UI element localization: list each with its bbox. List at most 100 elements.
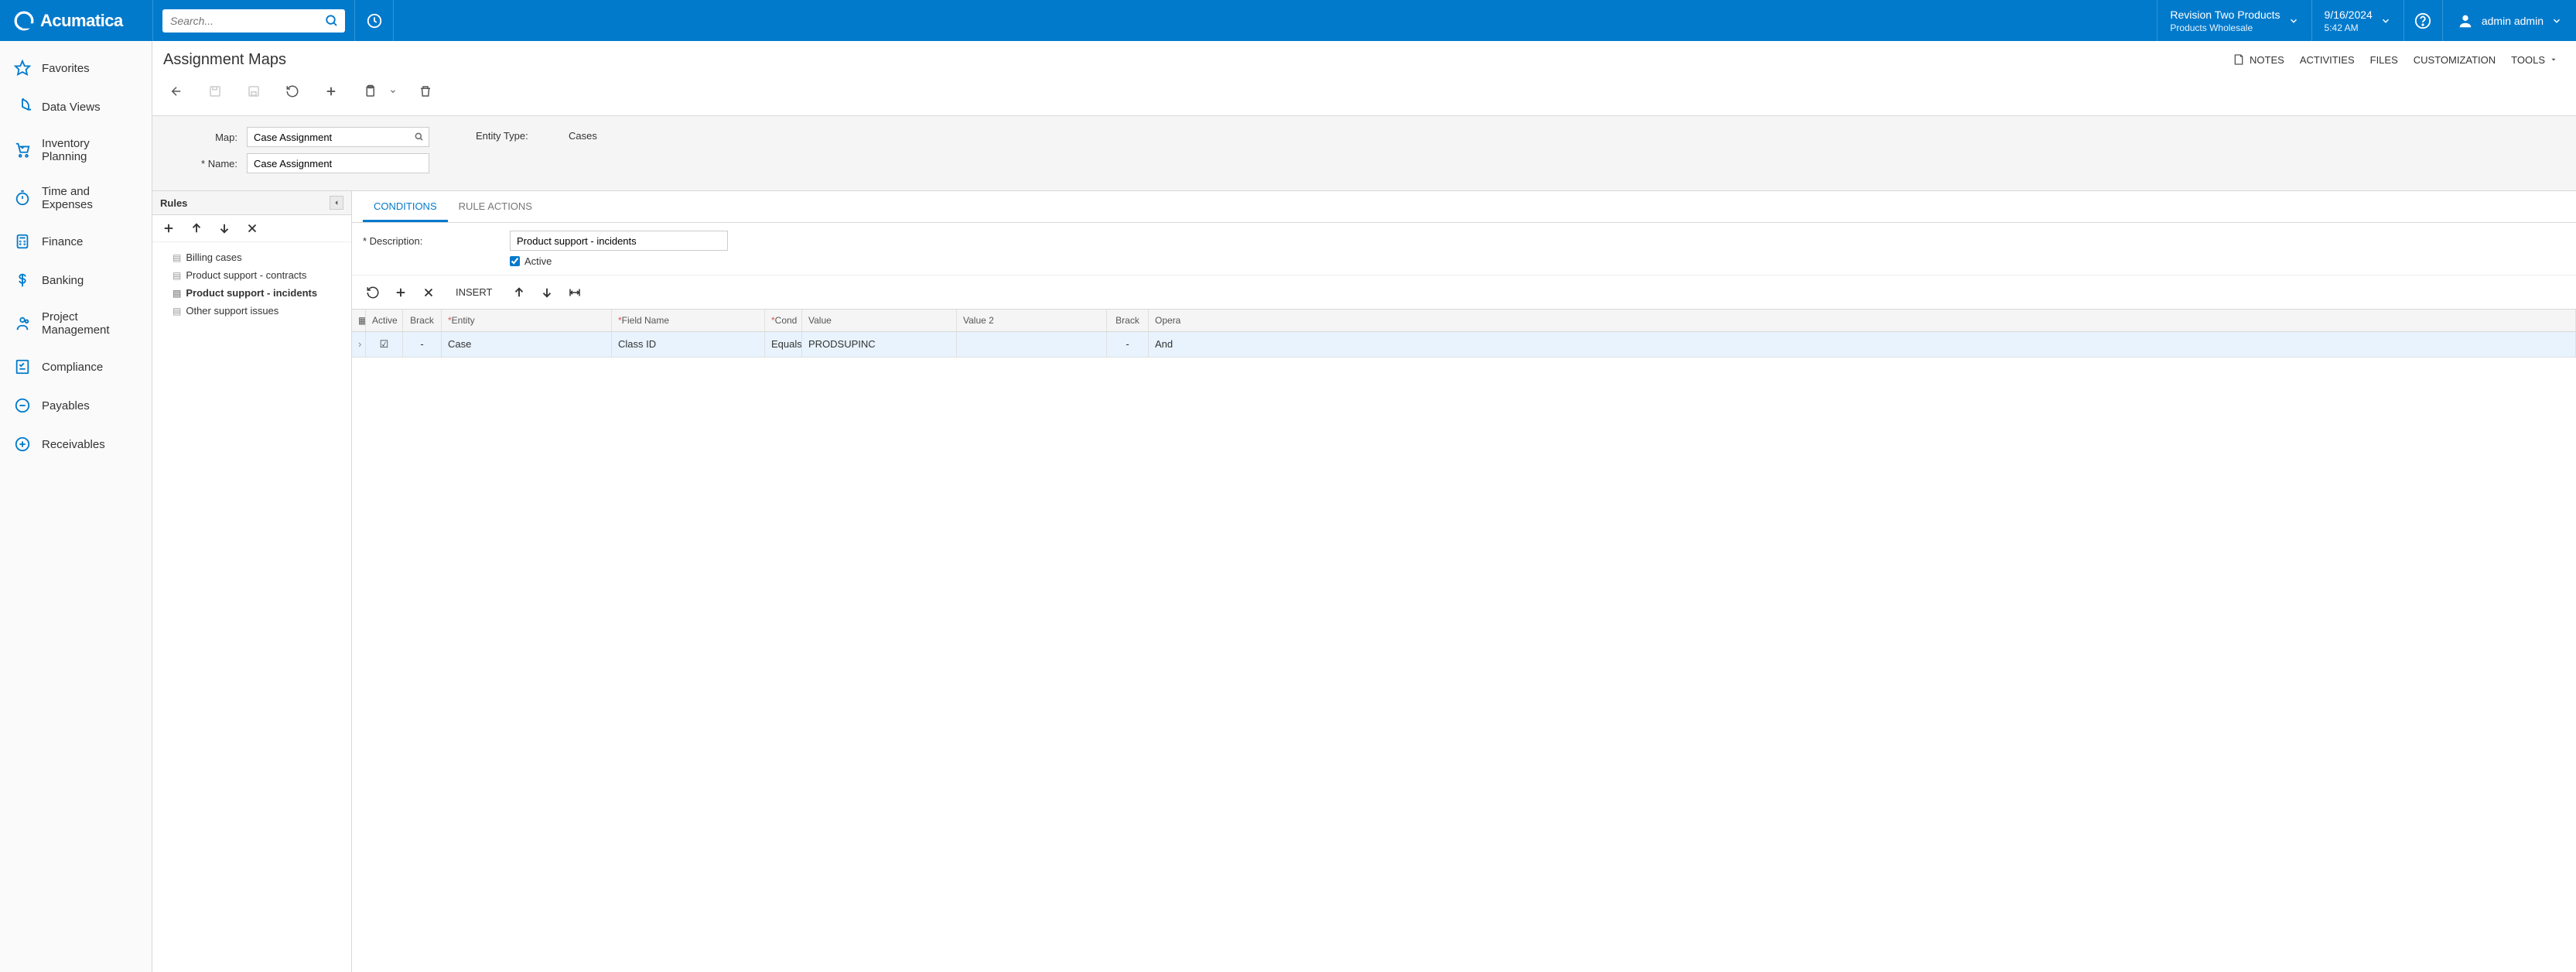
brand-logo[interactable]: Acumatica	[0, 11, 152, 31]
fit-columns-button[interactable]	[568, 286, 582, 299]
pie-icon	[14, 98, 31, 115]
stopwatch-icon	[14, 190, 31, 207]
col-bracket[interactable]: Brack	[403, 310, 442, 331]
collapse-button[interactable]	[330, 196, 343, 210]
customization-action[interactable]: CUSTOMIZATION	[2406, 50, 2503, 70]
page-title: Assignment Maps	[163, 51, 286, 69]
delete-rule-button[interactable]	[245, 221, 259, 235]
col-value2[interactable]: Value 2	[957, 310, 1107, 331]
delete-row-button[interactable]	[422, 286, 436, 299]
sidebar: Favorites Data Views Inventory Planning …	[0, 41, 152, 972]
add-row-button[interactable]	[394, 286, 408, 299]
cell-active[interactable]: ☑	[366, 332, 403, 357]
chevron-down-icon	[2288, 15, 2299, 26]
delete-button[interactable]	[412, 78, 439, 104]
row-up-button[interactable]	[512, 286, 526, 299]
nav-payables[interactable]: Payables	[0, 386, 152, 425]
tenant-selector[interactable]: Revision Two Products Products Wholesale	[2157, 0, 2311, 41]
col-value[interactable]: Value	[802, 310, 957, 331]
checklist-icon	[14, 358, 31, 375]
row-indicator[interactable]: ›	[352, 332, 366, 357]
col-field[interactable]: *Field Name	[612, 310, 765, 331]
notes-action[interactable]: NOTES	[2225, 49, 2292, 70]
nav-receivables[interactable]: Receivables	[0, 425, 152, 464]
refresh-button[interactable]	[366, 286, 380, 299]
activities-action[interactable]: ACTIVITIES	[2292, 50, 2362, 70]
table-row[interactable]: › ☑ - Case Class ID Equals PRODSUPINC - …	[352, 332, 2576, 358]
col-entity[interactable]: *Entity	[442, 310, 612, 331]
cell-field[interactable]: Class ID	[612, 332, 765, 357]
tree-item[interactable]: ▤ Billing cases	[160, 248, 343, 266]
cell-bracket2[interactable]: -	[1107, 332, 1149, 357]
calculator-icon	[14, 233, 31, 250]
back-button[interactable]	[163, 78, 190, 104]
note-icon	[2233, 53, 2245, 66]
tree-item[interactable]: ▤ Other support issues	[160, 302, 343, 320]
undo-button[interactable]	[279, 78, 306, 104]
chevron-down-icon	[2551, 15, 2562, 26]
nav-time-expenses[interactable]: Time and Expenses	[0, 174, 152, 222]
move-down-button[interactable]	[217, 221, 231, 235]
move-up-button[interactable]	[190, 221, 203, 235]
nav-project[interactable]: Project Management	[0, 299, 152, 347]
add-button[interactable]	[318, 78, 344, 104]
cell-bracket[interactable]: -	[403, 332, 442, 357]
search-icon[interactable]	[325, 14, 339, 28]
cell-value2[interactable]	[957, 332, 1107, 357]
star-icon	[14, 60, 31, 77]
col-active[interactable]: Active	[366, 310, 403, 331]
nav-finance[interactable]: Finance	[0, 222, 152, 261]
minus-circle-icon	[14, 397, 31, 414]
col-bracket2[interactable]: Brack	[1107, 310, 1149, 331]
map-label: Map:	[163, 132, 247, 143]
cell-cond[interactable]: Equals	[765, 332, 802, 357]
description-input[interactable]	[510, 231, 728, 251]
name-label: * Name:	[163, 158, 247, 169]
page-icon: ▤	[173, 306, 181, 317]
nav-inventory[interactable]: Inventory Planning	[0, 126, 152, 174]
tree-item[interactable]: ▤ Product support - incidents	[160, 284, 343, 302]
col-operator[interactable]: Opera	[1149, 310, 2576, 331]
cart-icon	[14, 142, 31, 159]
add-rule-button[interactable]	[162, 221, 176, 235]
page-icon: ▤	[173, 252, 181, 263]
cell-oper[interactable]: And	[1149, 332, 2576, 357]
plus-circle-icon	[14, 436, 31, 453]
dollar-icon	[14, 272, 31, 289]
nav-compliance[interactable]: Compliance	[0, 347, 152, 386]
time-value: 5:42 AM	[2325, 22, 2373, 33]
tab-conditions[interactable]: CONDITIONS	[363, 191, 448, 222]
cell-value[interactable]: PRODSUPINC	[802, 332, 957, 357]
business-date[interactable]: 9/16/2024 5:42 AM	[2311, 0, 2403, 41]
col-condition[interactable]: *Cond	[765, 310, 802, 331]
entity-type-label: Entity Type:	[476, 130, 545, 142]
page-icon: ▤	[173, 288, 181, 299]
nav-favorites[interactable]: Favorites	[0, 49, 152, 87]
tree-item[interactable]: ▤ Product support - contracts	[160, 266, 343, 284]
search-icon[interactable]	[414, 132, 425, 142]
chevron-down-icon	[2380, 15, 2391, 26]
insert-button[interactable]: INSERT	[449, 283, 498, 301]
save-close-button[interactable]	[202, 78, 228, 104]
clipboard-dropdown[interactable]	[386, 78, 400, 104]
rules-title: Rules	[160, 197, 187, 209]
col-selector[interactable]: ▦	[352, 310, 366, 331]
nav-data-views[interactable]: Data Views	[0, 87, 152, 126]
entity-type-value: Cases	[569, 127, 597, 145]
nav-banking[interactable]: Banking	[0, 261, 152, 299]
cell-entity[interactable]: Case	[442, 332, 612, 357]
name-input[interactable]	[247, 153, 429, 173]
user-menu[interactable]: admin admin	[2442, 0, 2576, 41]
history-button[interactable]	[355, 0, 394, 41]
help-button[interactable]	[2403, 0, 2442, 41]
row-down-button[interactable]	[540, 286, 554, 299]
active-checkbox[interactable]	[510, 256, 520, 266]
search-input[interactable]	[162, 9, 345, 33]
tools-action[interactable]: TOOLS	[2503, 50, 2565, 70]
save-button[interactable]	[241, 78, 267, 104]
tab-rule-actions[interactable]: RULE ACTIONS	[448, 191, 543, 222]
map-input[interactable]	[247, 127, 429, 147]
clipboard-button[interactable]	[357, 78, 383, 104]
files-action[interactable]: FILES	[2362, 50, 2406, 70]
active-label: Active	[524, 255, 552, 267]
